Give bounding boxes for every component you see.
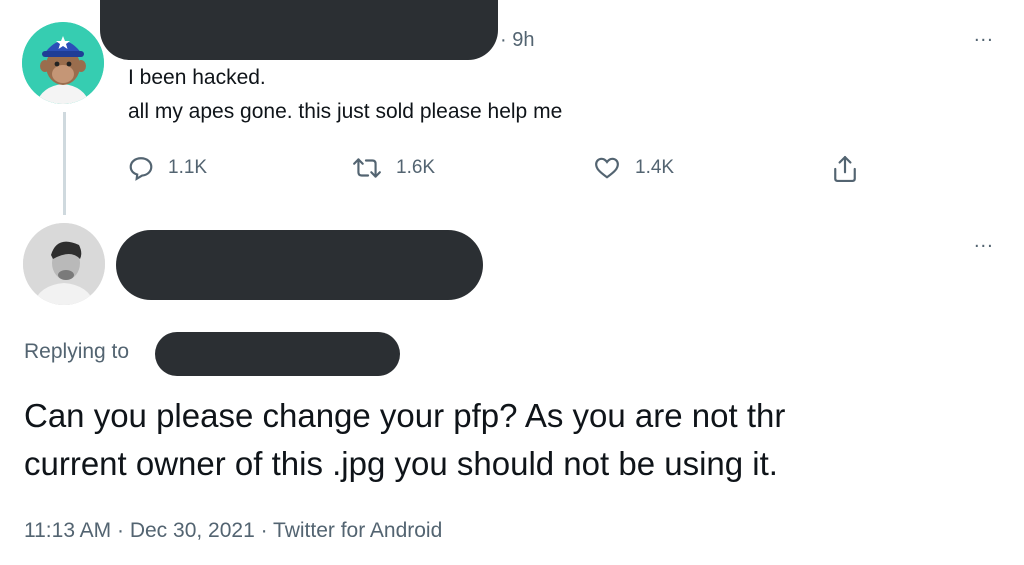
more-options-icon[interactable]: ... [974,231,994,251]
reply-text-line-2: current owner of this .jpg you should no… [24,445,778,482]
reply-count: 1.1K [168,157,208,178]
like-icon [595,157,619,179]
more-options-icon[interactable]: ... [974,25,994,45]
like-count: 1.4K [635,157,675,178]
thread-connector-line [63,112,66,215]
retweet-button[interactable]: 1.6K [352,155,435,181]
avatar-ape[interactable] [22,22,104,104]
tweet-text-line-2: all my apes gone. this just sold please … [128,100,563,123]
retweet-count: 1.6K [396,157,436,178]
like-button[interactable]: 1.4K [593,155,674,181]
share-icon [834,155,856,182]
redacted-author-name [100,0,498,60]
replying-to-label: Replying to [24,340,130,363]
tweet-time: · 9h [500,29,535,51]
redacted-replying-to-handle[interactable] [155,332,400,376]
share-button[interactable] [832,154,872,184]
reply-text-line-1: Can you please change your pfp? As you a… [24,397,786,434]
reply-icon [129,157,153,181]
tweet-text-line-1: I been hacked. [128,66,266,89]
tweet-metadata[interactable]: 11:13 AM · Dec 30, 2021 · Twitter for An… [24,519,442,543]
redacted-replier-name [116,230,483,300]
retweet-icon [353,158,381,178]
avatar-replier[interactable] [23,223,105,305]
ape-avatar-image [22,22,104,104]
replier-avatar-image [23,223,105,305]
reply-button[interactable]: 1.1K [128,155,207,181]
